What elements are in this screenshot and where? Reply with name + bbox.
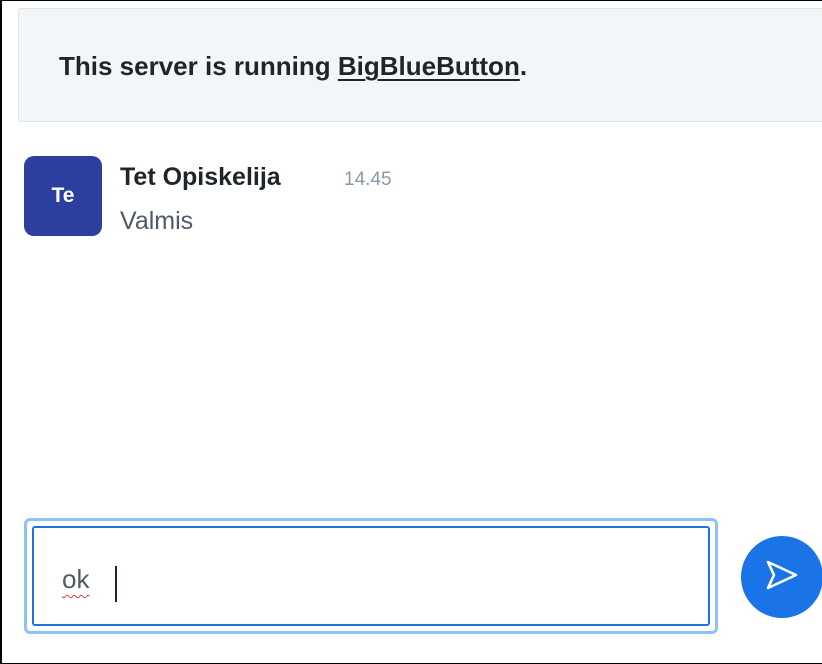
- bigbluebutton-link[interactable]: BigBlueButton: [338, 51, 520, 81]
- welcome-banner: This server is running BigBlueButton.: [18, 8, 822, 122]
- send-icon: [764, 559, 800, 596]
- message-input-focus-ring: ok: [24, 518, 718, 634]
- message-time: 14.45: [344, 169, 392, 190]
- message-input[interactable]: ok: [32, 526, 710, 626]
- welcome-prefix: This server is running: [59, 51, 338, 81]
- message-input-value: ok: [62, 564, 90, 594]
- welcome-suffix: .: [519, 51, 528, 81]
- welcome-message: This server is running BigBlueButton.: [59, 51, 527, 82]
- send-button[interactable]: [741, 536, 822, 618]
- text-caret: [115, 566, 117, 602]
- avatar: Te: [24, 156, 102, 236]
- message-sender: Tet Opiskelija: [120, 163, 281, 191]
- chat-panel: This server is running BigBlueButton. Te…: [0, 0, 822, 664]
- message-text: Valmis: [120, 207, 194, 235]
